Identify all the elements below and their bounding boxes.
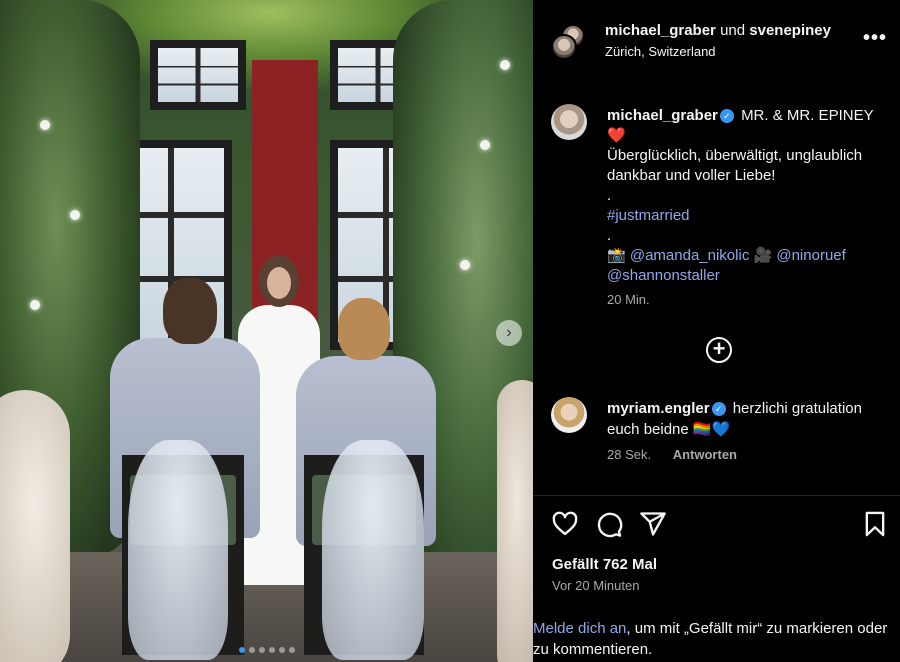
photo-fur-foreground xyxy=(0,390,70,662)
share-button[interactable] xyxy=(639,510,667,538)
comment: myriam.engler ✓ herzlichi gratulation euc… xyxy=(607,398,893,440)
heart-icon xyxy=(552,511,578,536)
heart-emoji: ❤️ xyxy=(607,127,626,144)
comment-meta: 28 Sek. Antworten xyxy=(607,447,737,462)
mention-link[interactable]: @shannonstaller xyxy=(607,266,893,286)
carousel-dot xyxy=(238,647,245,653)
mention-link[interactable]: @amanda_nikolic xyxy=(630,247,749,264)
caption-title: MR. & MR. EPINEY xyxy=(741,107,874,124)
comment-icon xyxy=(597,512,623,538)
hashtag-link[interactable]: #justmarried xyxy=(607,206,893,226)
author-link[interactable]: michael_graber xyxy=(605,22,716,39)
post-location[interactable]: Zürich, Switzerland xyxy=(605,44,716,59)
caption-dot: . xyxy=(607,227,612,244)
divider xyxy=(533,495,900,496)
carousel-dot xyxy=(258,647,265,653)
post-date: Vor 20 Minuten xyxy=(552,578,640,593)
carousel-dot xyxy=(278,647,285,653)
mention-link[interactable]: @ninoruef xyxy=(776,247,845,264)
post-photo[interactable]: › xyxy=(0,0,533,662)
reply-button[interactable]: Antworten xyxy=(673,447,737,462)
photo-tulle-bow xyxy=(128,440,228,660)
avatar[interactable] xyxy=(551,397,587,433)
collab-avatars[interactable] xyxy=(551,24,585,60)
carousel-dot xyxy=(268,647,275,653)
login-prompt: Melde dich an, um mit „Gefällt mir“ zu m… xyxy=(533,618,900,660)
post-side-panel: michael_graber und svenepiney Zürich, Sw… xyxy=(533,0,900,662)
verified-badge-icon: ✓ xyxy=(719,109,734,123)
comment-button[interactable] xyxy=(595,510,623,538)
like-count[interactable]: Gefällt 762 Mal xyxy=(552,556,657,573)
verified-badge-icon: ✓ xyxy=(711,402,726,416)
caption-username[interactable]: michael_graber xyxy=(607,107,718,124)
camera-emoji: 📸 xyxy=(607,247,626,264)
bookmark-icon xyxy=(865,511,885,537)
video-camera-emoji: 🎥 xyxy=(753,247,773,264)
save-button[interactable] xyxy=(861,510,889,538)
chevron-right-icon: › xyxy=(506,324,512,341)
load-more-comments-button[interactable]: + xyxy=(706,337,732,363)
post-authors: michael_graber und svenepiney xyxy=(605,22,831,39)
post-caption: michael_graber ✓ MR. & MR. EPINEY ❤️ Über… xyxy=(607,106,893,286)
more-horizontal-icon: ••• xyxy=(863,27,888,49)
more-options-button[interactable]: ••• xyxy=(863,28,887,48)
photo-tulle-bow xyxy=(322,440,424,660)
avatar[interactable] xyxy=(551,34,577,60)
rainbow-flag-emoji: 🏳️‍🌈 xyxy=(692,421,712,438)
carousel-dot xyxy=(248,647,255,653)
like-button[interactable] xyxy=(551,510,579,538)
blue-heart-emoji: 💙 xyxy=(711,421,731,438)
plus-circle-icon: + xyxy=(712,336,726,361)
post-actions xyxy=(533,506,900,542)
paper-plane-icon xyxy=(640,512,666,536)
photo-fur-foreground xyxy=(497,380,533,662)
comment-timestamp: 28 Sek. xyxy=(607,447,652,462)
carousel-dot xyxy=(288,647,295,653)
caption-dot: . xyxy=(607,187,612,204)
carousel-indicator xyxy=(0,640,533,658)
carousel-next-button[interactable]: › xyxy=(496,320,522,346)
login-link[interactable]: Melde dich an xyxy=(533,620,626,637)
photo-window xyxy=(150,40,246,110)
caption-body: Überglücklich, überwältigt, unglaublich … xyxy=(607,147,863,184)
author-joiner: und xyxy=(720,22,746,39)
avatar[interactable] xyxy=(551,104,587,140)
author-link[interactable]: svenepiney xyxy=(749,22,831,39)
comment-username[interactable]: myriam.engler xyxy=(607,400,710,417)
caption-timestamp: 20 Min. xyxy=(607,292,650,307)
post-header: michael_graber und svenepiney Zürich, Sw… xyxy=(533,0,900,72)
